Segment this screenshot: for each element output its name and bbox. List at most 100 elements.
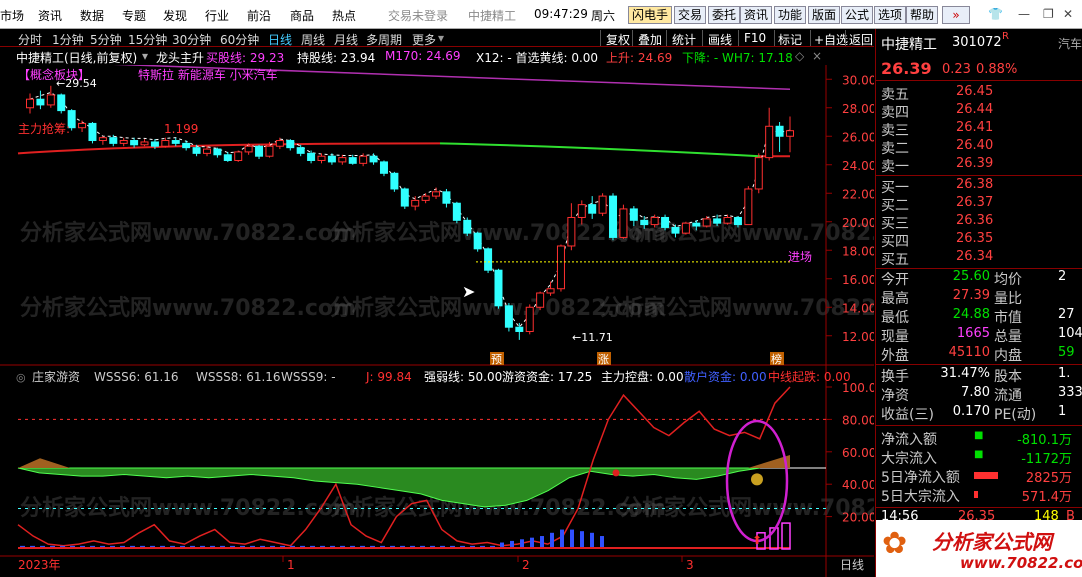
concept-text: 特斯拉 新能源车 小米汽车 (138, 67, 278, 82)
candle (182, 142, 191, 149)
stock-flag: R (1002, 31, 1009, 42)
stat-value: 7.80 (961, 385, 990, 400)
period-tab[interactable]: 更多 (412, 31, 436, 48)
chart-tool-button[interactable]: 叠加 (638, 31, 662, 48)
candle (504, 305, 513, 328)
chart-tool-button[interactable]: F10 (744, 31, 766, 45)
bid-level-price[interactable]: 26.37 (956, 195, 993, 210)
toolbar-button[interactable]: 委托 (708, 6, 741, 24)
chart-tool-button[interactable]: 画线 (708, 31, 732, 48)
toolbar-button[interactable]: 资讯 (740, 6, 773, 24)
toolbar-button[interactable]: 公式 (841, 6, 874, 24)
period-tab[interactable]: 30分钟 (172, 31, 211, 48)
watermark-text: 分析家公式网www.70822.com (20, 295, 356, 321)
candle (442, 191, 451, 204)
money-bag-icon (751, 473, 763, 486)
chevron-down-icon[interactable]: ▾ (438, 31, 444, 45)
shirt-icon[interactable]: 👕 (988, 7, 1003, 21)
period-tab[interactable]: 月线 (334, 31, 358, 48)
period-tab[interactable]: 分时 (18, 31, 42, 48)
sub-indicator-mid: 中线起跌: 0.00 (768, 369, 851, 384)
period-tab[interactable]: 日线 (268, 31, 292, 48)
candle (78, 122, 87, 129)
bid-level-price[interactable]: 26.36 (956, 213, 993, 228)
ask-level-price[interactable]: 26.41 (956, 120, 993, 135)
chart-tool-button[interactable]: 复权 (606, 31, 630, 48)
indicator-buy_line: 买股线: 29.23 (206, 51, 285, 65)
top-menu-item[interactable]: 市场 (0, 7, 24, 24)
force-value: 1.199 (164, 122, 198, 136)
chart-tool-button[interactable]: 返回 (849, 31, 873, 48)
period-tab[interactable]: 多周期 (366, 31, 402, 48)
minimize-icon[interactable]: — (1018, 7, 1030, 21)
stat-label: PE(动) (994, 407, 1037, 423)
stat-label: 最高 (881, 291, 909, 307)
top-menu-item[interactable]: 数据 (80, 7, 104, 24)
gear-icon[interactable]: ◇ (795, 49, 804, 63)
candle (265, 145, 274, 157)
stat-value: 27.39 (952, 288, 990, 303)
bid-level-price[interactable]: 26.35 (956, 231, 993, 246)
chart-area[interactable]: 分析家公式网www.70822.com 分析家公式网www.70822.com 分析… (0, 65, 874, 577)
toolbar-button[interactable]: 版面 (808, 6, 841, 24)
main-bar (781, 522, 791, 550)
chart-tool-button[interactable]: 统计 (672, 31, 696, 48)
top-menu-item[interactable]: 行业 (205, 7, 229, 24)
bid-level-label: 买五 (881, 252, 909, 268)
divider (876, 80, 1082, 81)
close-icon[interactable]: ✕ (1063, 7, 1073, 21)
sub-tick-label: 60.00 (842, 446, 874, 460)
top-menu-item[interactable]: 热点 (332, 7, 356, 24)
period-tab[interactable]: 1分钟 (52, 31, 84, 48)
toolbar-button[interactable]: 功能 (774, 6, 807, 24)
candle (640, 219, 649, 226)
price-tick-label: 24.00 (842, 159, 874, 173)
top-menu-item[interactable]: 商品 (290, 7, 314, 24)
restore-icon[interactable]: ❐ (1043, 7, 1054, 21)
candle (786, 130, 794, 137)
stat-label: 净资 (881, 388, 909, 404)
period-tab[interactable]: 周线 (301, 31, 325, 48)
candle (192, 147, 201, 154)
candle (411, 199, 420, 207)
settings-icon[interactable]: ◎ (16, 371, 26, 384)
bid-level-price[interactable]: 26.34 (956, 249, 993, 264)
sector-tab[interactable]: 汽车 (1058, 35, 1082, 52)
bid-level-label: 买三 (881, 216, 909, 232)
top-menu-item[interactable]: 发现 (163, 7, 187, 24)
retail-bar (570, 529, 574, 549)
ask-level-price[interactable]: 26.40 (956, 138, 993, 153)
top-menu-item[interactable]: 前沿 (247, 7, 271, 24)
kline-chart[interactable]: 分析家公式网www.70822.com 分析家公式网www.70822.com 分析… (0, 65, 874, 577)
period-tab[interactable]: 15分钟 (128, 31, 167, 48)
top-menu-item[interactable]: 资讯 (38, 7, 62, 24)
period-indicator[interactable]: 日线 (840, 558, 864, 572)
signal-dot (612, 469, 620, 477)
ask-level-label: 卖三 (881, 123, 909, 139)
candle (307, 152, 316, 161)
candle (150, 141, 159, 147)
more-buttons-icon[interactable]: » (942, 6, 970, 24)
force-label: 主力抢筹: (18, 121, 70, 136)
period-tab[interactable]: 5分钟 (90, 31, 122, 48)
ask-level-price[interactable]: 26.44 (956, 102, 993, 117)
toolbar-button[interactable]: 交易 (674, 6, 707, 24)
bid-level-price[interactable]: 26.38 (956, 177, 993, 192)
period-tab[interactable]: 60分钟 (220, 31, 259, 48)
ask-level-price[interactable]: 26.45 (956, 84, 993, 99)
price-tick-label: 28.00 (842, 102, 874, 116)
ask-level-price[interactable]: 26.39 (956, 156, 993, 171)
toolbar-button[interactable]: 闪电手 (628, 6, 673, 24)
chart-tool-button[interactable]: 标记 (778, 31, 802, 48)
candle (484, 248, 493, 271)
retail-bar (560, 529, 564, 549)
candle (286, 140, 295, 149)
close-icon[interactable]: × (812, 49, 822, 63)
login-status[interactable]: 交易未登录 (388, 7, 448, 24)
candle (244, 145, 253, 153)
top-menu-item[interactable]: 专题 (122, 7, 146, 24)
chevron-down-icon[interactable]: ▾ (142, 49, 148, 63)
chart-tool-button[interactable]: +自选 (814, 31, 848, 48)
toolbar-button[interactable]: 帮助 (906, 6, 939, 24)
toolbar-button[interactable]: 选项 (874, 6, 907, 24)
